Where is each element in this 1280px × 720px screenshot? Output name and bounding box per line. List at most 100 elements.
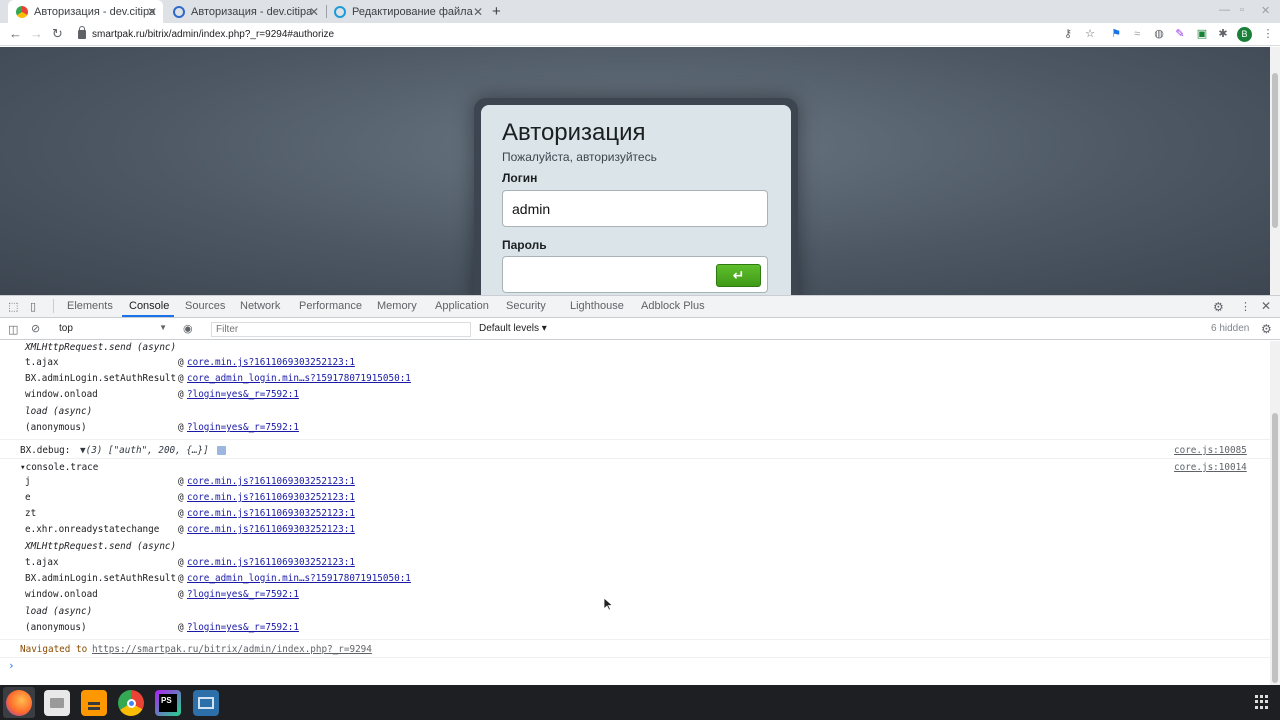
screen-extension-icon[interactable]: ▣	[1195, 27, 1209, 41]
tab-elements[interactable]: Elements	[67, 300, 113, 312]
firefox-icon[interactable]	[6, 690, 32, 716]
chrome-favicon-icon	[16, 5, 28, 18]
auth-subtitle: Пожалуйста, авторизуйтесь	[502, 150, 657, 164]
key-icon[interactable]: ⚷	[1061, 27, 1075, 41]
close-window-icon[interactable]: ✕	[1261, 4, 1270, 17]
tab-application[interactable]: Application	[435, 300, 489, 312]
more-menu-icon[interactable]: ⋮	[1261, 27, 1275, 41]
context-selector[interactable]: top ▼	[55, 322, 170, 337]
hidden-messages-count: 6 hidden	[1211, 323, 1250, 334]
browser-tab-2[interactable]: Авторизация - dev.citipa ✕	[165, 0, 325, 23]
phpstorm-icon[interactable]: PS	[155, 690, 181, 716]
network-icon[interactable]	[193, 690, 219, 716]
minimize-icon[interactable]: —	[1219, 4, 1230, 16]
login-input[interactable]	[502, 190, 768, 227]
close-icon[interactable]: ✕	[309, 5, 319, 19]
tab-console[interactable]: Console	[129, 300, 169, 312]
pen-extension-icon[interactable]: ✎	[1173, 27, 1187, 41]
stack-frame-name: (anonymous)	[25, 622, 87, 633]
at-sign: @	[178, 389, 184, 400]
debug-array-value[interactable]: ▼(3) ["auth", 200, {…}]	[80, 445, 209, 456]
stack-frame-link[interactable]: core.min.js?1611069303252123:1	[187, 476, 355, 487]
console-prompt-icon[interactable]: ›	[8, 659, 15, 672]
stack-frame-name: (anonymous)	[25, 422, 87, 433]
login-submit-button[interactable]: ↵	[716, 264, 761, 287]
chrome-icon[interactable]	[118, 690, 144, 716]
more-options-icon[interactable]: ⋮	[1240, 300, 1251, 313]
maximize-icon[interactable]: ▫	[1240, 4, 1244, 16]
message-separator	[0, 439, 1270, 440]
stack-frame-link[interactable]: ?login=yes&_r=7592:1	[187, 422, 299, 433]
new-tab-button[interactable]: +	[492, 3, 501, 20]
tab-title: Авторизация - dev.citipa	[191, 5, 313, 18]
files-icon[interactable]	[44, 690, 70, 716]
stack-frame-link[interactable]: core.min.js?1611069303252123:1	[187, 508, 355, 519]
stack-frame-name: window.onload	[25, 389, 98, 400]
stack-frame-name: t.ajax	[25, 557, 59, 568]
profile-avatar[interactable]: B	[1237, 27, 1252, 42]
console-filter-input[interactable]	[211, 322, 471, 337]
wave-extension-icon[interactable]: ≈	[1130, 27, 1144, 41]
address-bar[interactable]: smartpak.ru/bitrix/admin/index.php?_r=92…	[78, 26, 1058, 43]
tab-security[interactable]: Security	[506, 300, 546, 312]
tab-performance[interactable]: Performance	[299, 300, 362, 312]
tab-lighthouse[interactable]: Lighthouse	[570, 300, 624, 312]
scroll-thumb[interactable]	[1272, 73, 1278, 228]
live-expression-eye-icon[interactable]: ◉	[183, 322, 193, 335]
stack-frame-name: e	[25, 492, 31, 503]
tab-sources[interactable]: Sources	[185, 300, 225, 312]
message-separator	[0, 639, 1270, 640]
at-sign: @	[178, 524, 184, 535]
tab-memory[interactable]: Memory	[377, 300, 417, 312]
forward-icon[interactable]: →	[30, 27, 43, 41]
stack-frame-name: zt	[25, 508, 37, 519]
stack-frame-link[interactable]: ?login=yes&_r=7592:1	[187, 389, 299, 400]
sublime-icon[interactable]	[81, 690, 107, 716]
scroll-thumb[interactable]	[1272, 413, 1278, 683]
sidebar-toggle-icon[interactable]: ◫	[8, 323, 18, 336]
flag-extension-icon[interactable]: ⚑	[1109, 27, 1123, 41]
tab-adblock-plus[interactable]: Adblock Plus	[641, 300, 705, 312]
source-link[interactable]: core.js:10085	[1174, 445, 1247, 456]
log-levels-dropdown[interactable]: Default levels ▾	[479, 323, 547, 334]
inspect-element-icon[interactable]: ⬚	[8, 300, 18, 313]
stack-frame-name: BX.adminLogin.setAuthResult	[25, 373, 177, 384]
tab-network[interactable]: Network	[240, 300, 280, 312]
stack-frame-link[interactable]: ?login=yes&_r=7592:1	[187, 589, 299, 600]
tab-title: Редактирование файла	[352, 5, 473, 18]
close-icon[interactable]: ✕	[473, 5, 483, 19]
source-link[interactable]: core.js:10014	[1174, 462, 1247, 473]
stack-frame-link[interactable]: core.min.js?1611069303252123:1	[187, 492, 355, 503]
page-scrollbar[interactable]	[1270, 47, 1280, 295]
device-toolbar-icon[interactable]: ▯	[30, 300, 36, 313]
close-icon[interactable]: ✕	[147, 5, 157, 19]
reload-icon[interactable]: ↻	[52, 27, 63, 41]
app-grid-icon[interactable]	[1255, 695, 1269, 709]
stack-frame-async: load (async)	[25, 606, 93, 617]
stack-frame-link[interactable]: ?login=yes&_r=7592:1	[187, 622, 299, 633]
bookmark-star-icon[interactable]: ☆	[1083, 27, 1097, 41]
navigated-url-link[interactable]: https://smartpak.ru/bitrix/admin/index.p…	[92, 644, 372, 655]
at-sign: @	[178, 622, 184, 633]
folder-icon	[50, 698, 64, 708]
console-settings-gear-icon[interactable]: ⚙	[1261, 322, 1272, 336]
settings-gear-icon[interactable]: ⚙	[1213, 300, 1224, 314]
stack-frame-link[interactable]: core.min.js?16110693032521​23:1	[187, 357, 355, 368]
console-scrollbar[interactable]	[1270, 341, 1280, 685]
stack-frame-link[interactable]: core_admin_login.min…s?159178071915050:1	[187, 373, 411, 384]
stack-frame-link[interactable]: core.min.js?1611069303252123:1	[187, 557, 355, 568]
browser-tab-1[interactable]: Авторизация - dev.citipa ✕	[8, 0, 163, 23]
info-badge-icon[interactable]	[217, 446, 226, 455]
clear-console-icon[interactable]: ⊘	[31, 322, 40, 335]
close-devtools-icon[interactable]: ✕	[1261, 299, 1271, 313]
browser-tab-3[interactable]: Редактирование файла ✕	[326, 0, 489, 23]
stack-frame-link[interactable]: core.min.js?1611069303252123:1	[187, 524, 355, 535]
at-sign: @	[178, 508, 184, 519]
stack-frame-link[interactable]: core_admin_login.min…s?159178071915050:1	[187, 573, 411, 584]
globe-extension-icon[interactable]: ◍	[1152, 27, 1166, 41]
puzzle-extension-icon[interactable]: ✱	[1216, 27, 1230, 41]
trace-header[interactable]: ▾console.trace	[20, 462, 98, 473]
stack-frame-name: window.onload	[25, 589, 98, 600]
stack-frame-async: XMLHttpRequest.send (async)	[25, 342, 177, 353]
back-icon[interactable]: ←	[9, 27, 22, 41]
